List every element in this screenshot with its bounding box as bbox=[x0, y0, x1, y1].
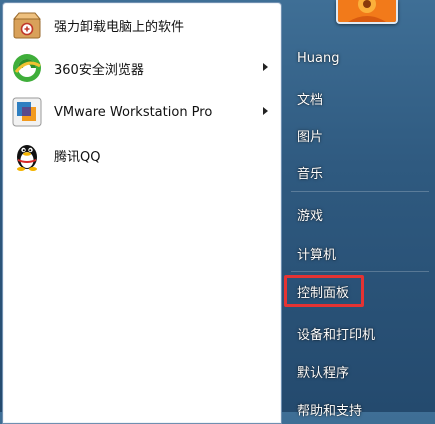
places-item-default-programs[interactable]: 默认程序 bbox=[289, 357, 435, 385]
submenu-arrow-icon[interactable] bbox=[263, 63, 268, 71]
places-item-music[interactable]: 音乐 bbox=[289, 158, 435, 186]
places-item-pictures[interactable]: 图片 bbox=[289, 121, 435, 149]
places-separator bbox=[291, 271, 429, 272]
browser-360-icon bbox=[10, 51, 44, 85]
places-separator bbox=[291, 191, 429, 192]
submenu-arrow-icon[interactable] bbox=[263, 107, 268, 115]
user-name-link[interactable]: Huang bbox=[289, 44, 435, 72]
program-item-vmware[interactable]: VMware Workstation Pro bbox=[8, 92, 276, 132]
program-label: 360安全浏览器 bbox=[54, 62, 144, 78]
start-menu: 强力卸载电脑上的软件 360安全浏览器 VMware Workstation P… bbox=[0, 0, 435, 424]
qq-penguin-icon bbox=[10, 138, 44, 172]
places-item-devices-printers[interactable]: 设备和打印机 bbox=[289, 319, 435, 347]
vmware-icon bbox=[10, 95, 44, 129]
places-item-help-support[interactable]: 帮助和支持 bbox=[289, 395, 435, 423]
program-item-360-browser[interactable]: 360安全浏览器 bbox=[8, 48, 276, 88]
program-item-qq[interactable]: 腾讯QQ bbox=[8, 135, 276, 175]
program-label: VMware Workstation Pro bbox=[54, 104, 213, 120]
places-pane: Huang 文档 图片 音乐 游戏 计算机 控制面板 设备和打印机 默认程序 帮… bbox=[281, 0, 435, 419]
places-item-games[interactable]: 游戏 bbox=[289, 200, 435, 228]
places-item-computer[interactable]: 计算机 bbox=[289, 239, 435, 267]
program-item-uninstaller[interactable]: 强力卸载电脑上的软件 bbox=[8, 5, 276, 45]
highlight-box bbox=[284, 275, 364, 307]
program-label: 腾讯QQ bbox=[54, 149, 101, 165]
program-label: 强力卸载电脑上的软件 bbox=[54, 19, 185, 35]
programs-pane: 强力卸载电脑上的软件 360安全浏览器 VMware Workstation P… bbox=[2, 2, 282, 424]
places-item-documents[interactable]: 文档 bbox=[289, 84, 435, 112]
uninstall-box-icon bbox=[10, 8, 44, 42]
